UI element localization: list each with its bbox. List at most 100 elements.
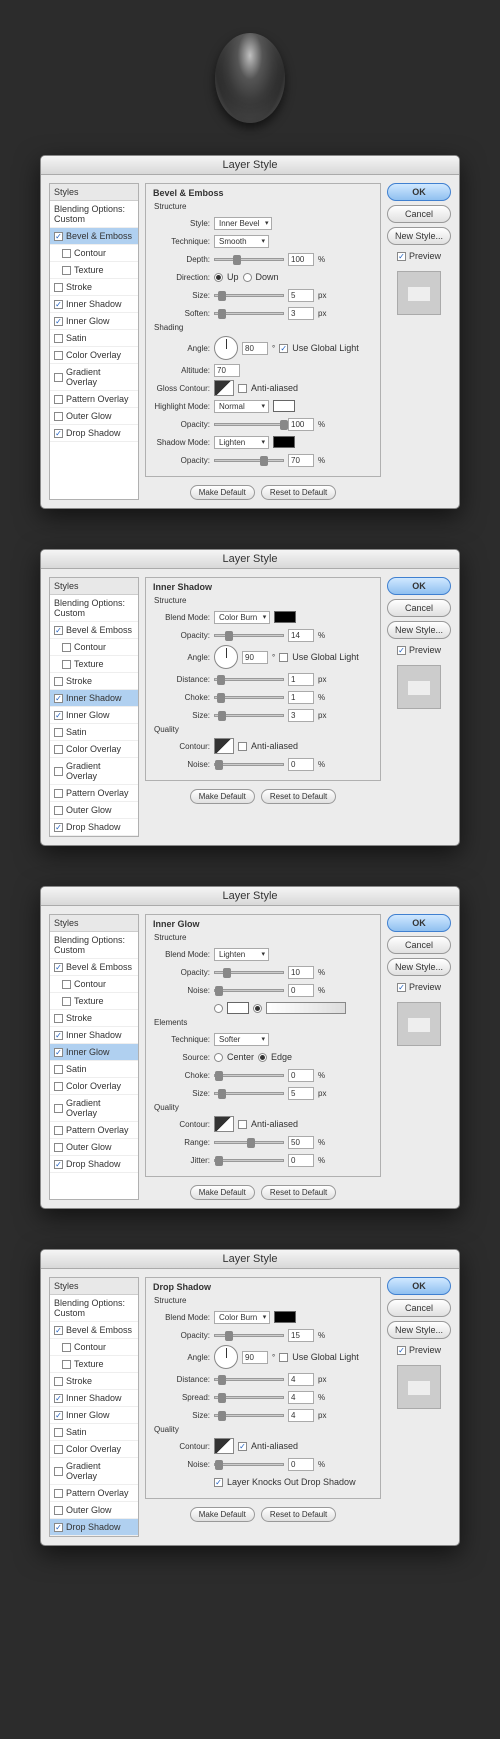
value-input[interactable]: 0 [288,984,314,997]
checkbox[interactable] [54,1104,63,1113]
contour-picker[interactable] [214,1438,234,1454]
slider[interactable] [214,1463,284,1466]
checkbox[interactable] [54,789,63,798]
checkbox[interactable] [54,1489,63,1498]
slider-thumb[interactable] [215,1156,223,1166]
checkbox[interactable] [54,1126,63,1135]
style-row-gradient-overlay[interactable]: Gradient Overlay [50,1095,138,1122]
color-swatch[interactable] [227,1002,249,1014]
checkbox[interactable] [54,963,63,972]
style-row-satin[interactable]: Satin [50,330,138,347]
slider[interactable] [214,763,284,766]
value-input[interactable]: 0 [288,1458,314,1471]
style-row-stroke[interactable]: Stroke [50,1373,138,1390]
slider-thumb[interactable] [247,1138,255,1148]
checkbox[interactable] [54,351,63,360]
select-technique[interactable]: Smooth [214,235,269,248]
preview-check[interactable]: Preview [387,1345,451,1355]
cancel-button[interactable]: Cancel [387,205,451,223]
slider-thumb[interactable] [215,760,223,770]
select-style[interactable]: Inner Bevel [214,217,272,230]
slider[interactable] [214,678,284,681]
blend-mode-select[interactable]: Color Burn [214,611,270,624]
checkbox[interactable] [54,334,63,343]
checkbox[interactable] [54,232,63,241]
slider-thumb[interactable] [218,1393,226,1403]
checkbox[interactable] [62,1343,71,1352]
preview-check[interactable]: Preview [387,645,451,655]
style-row-gradient-overlay[interactable]: Gradient Overlay [50,1458,138,1485]
checkbox[interactable] [62,660,71,669]
style-row-drop-shadow[interactable]: Drop Shadow [50,819,138,836]
checkbox[interactable] [54,1014,63,1023]
checkbox[interactable] [62,980,71,989]
value-input[interactable]: 4 [288,1409,314,1422]
preview-check[interactable]: Preview [387,251,451,261]
style-row-inner-shadow[interactable]: Inner Shadow [50,1027,138,1044]
angle-input[interactable]: 90 [242,1351,268,1364]
new-style-button[interactable]: New Style... [387,1321,451,1339]
slider[interactable] [214,1414,284,1417]
color-radio[interactable] [214,1004,223,1013]
value-input[interactable]: 3 [288,307,314,320]
checkbox[interactable] [54,823,63,832]
slider-thumb[interactable] [217,675,225,685]
blending-options-row[interactable]: Blending Options: Custom [50,201,138,228]
style-row-color-overlay[interactable]: Color Overlay [50,347,138,364]
angle-dial[interactable] [214,1345,238,1369]
style-row-color-overlay[interactable]: Color Overlay [50,1441,138,1458]
slider-thumb[interactable] [218,291,226,301]
slider[interactable] [214,989,284,992]
value-input[interactable]: 0 [288,1154,314,1167]
value-input[interactable]: 50 [288,1136,314,1149]
angle-input[interactable]: 80 [242,342,268,355]
contour-picker[interactable] [214,738,234,754]
slider[interactable] [214,294,284,297]
checkbox[interactable] [54,1065,63,1074]
style-row-stroke[interactable]: Stroke [50,279,138,296]
checkbox[interactable] [62,1360,71,1369]
slider[interactable] [214,634,284,637]
gradient-radio[interactable] [253,1004,262,1013]
checkbox[interactable] [54,1377,63,1386]
style-row-texture[interactable]: Texture [50,993,138,1010]
blend-mode-select[interactable]: Color Burn [214,1311,270,1324]
style-row-drop-shadow[interactable]: Drop Shadow [50,1156,138,1173]
style-row-pattern-overlay[interactable]: Pattern Overlay [50,391,138,408]
slider-thumb[interactable] [215,1071,223,1081]
style-row-inner-shadow[interactable]: Inner Shadow [50,1390,138,1407]
value-input[interactable]: 1 [288,691,314,704]
slider-thumb[interactable] [218,1375,226,1385]
style-row-outer-glow[interactable]: Outer Glow [50,408,138,425]
checkbox[interactable] [54,373,63,382]
style-row-texture[interactable]: Texture [50,1356,138,1373]
ok-button[interactable]: OK [387,577,451,595]
antialias-checkbox[interactable] [238,384,247,393]
checkbox[interactable] [54,300,63,309]
blending-options-row[interactable]: Blending Options: Custom [50,932,138,959]
reset-default-button[interactable]: Reset to Default [261,789,336,804]
style-row-stroke[interactable]: Stroke [50,1010,138,1027]
angle-dial[interactable] [214,336,238,360]
style-row-inner-shadow[interactable]: Inner Shadow [50,296,138,313]
radio[interactable] [214,273,223,282]
checkbox[interactable] [54,1160,63,1169]
style-row-satin[interactable]: Satin [50,724,138,741]
checkbox[interactable] [54,626,63,635]
color-swatch[interactable] [274,1311,296,1323]
slider-thumb[interactable] [218,1089,226,1099]
slider-thumb[interactable] [225,1331,233,1341]
slider-thumb[interactable] [215,986,223,996]
make-default-button[interactable]: Make Default [190,485,255,500]
checkbox[interactable] [54,1082,63,1091]
make-default-button[interactable]: Make Default [190,789,255,804]
new-style-button[interactable]: New Style... [387,621,451,639]
preview-checkbox[interactable] [397,252,406,261]
checkbox[interactable] [54,1394,63,1403]
style-row-contour[interactable]: Contour [50,245,138,262]
contour-picker[interactable] [214,380,234,396]
reset-default-button[interactable]: Reset to Default [261,1507,336,1522]
ok-button[interactable]: OK [387,1277,451,1295]
checkbox[interactable] [62,249,71,258]
slider-thumb[interactable] [223,968,231,978]
